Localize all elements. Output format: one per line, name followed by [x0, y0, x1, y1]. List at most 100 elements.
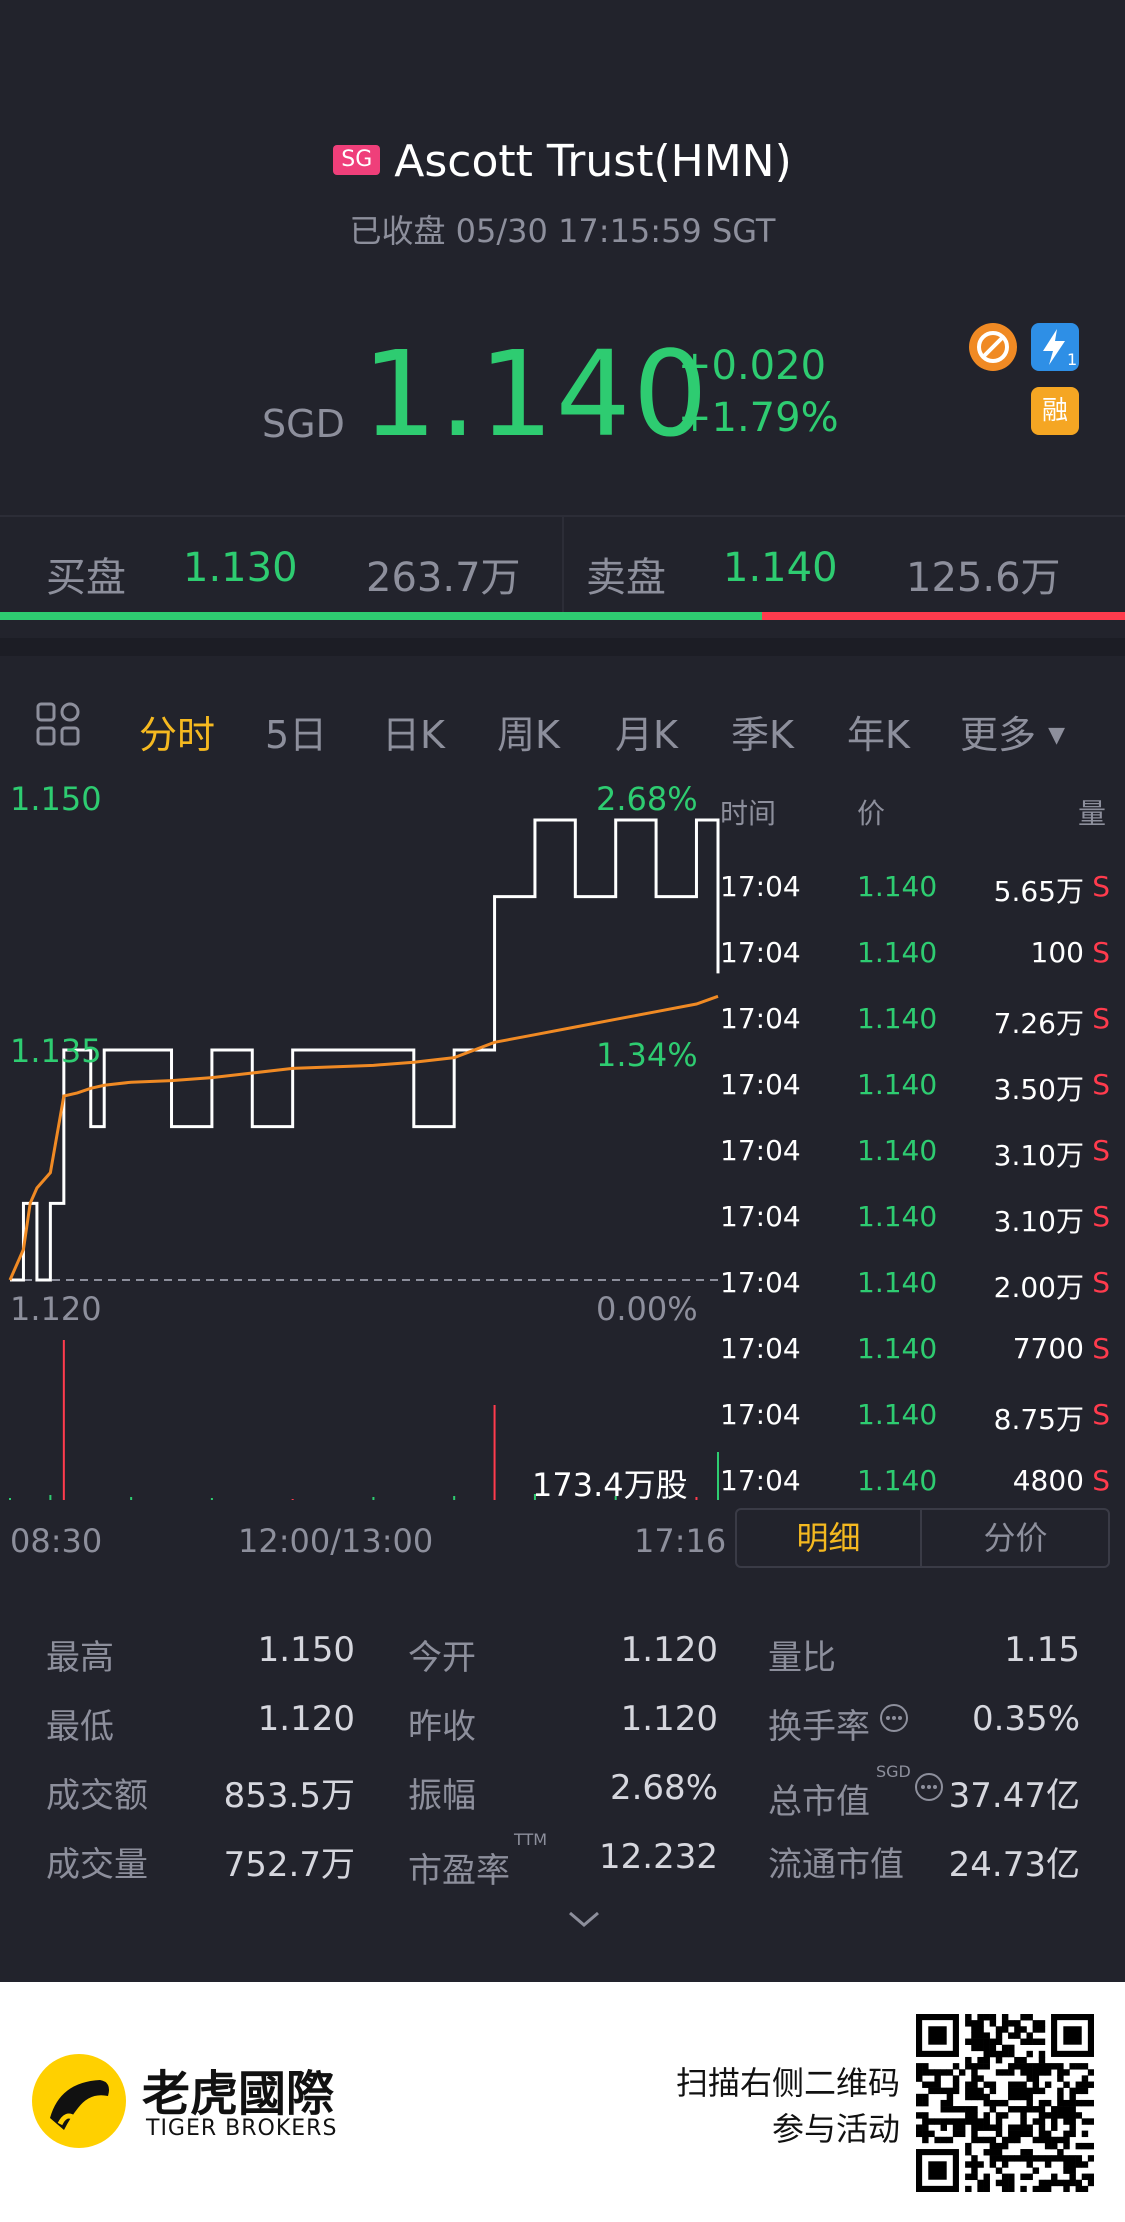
svg-text:1: 1	[1067, 350, 1077, 369]
tab-more[interactable]: 更多 ▼	[960, 704, 1065, 759]
y-low-label: 1.120	[10, 1290, 102, 1328]
y-high-label: 1.150	[10, 780, 102, 818]
margin-icon[interactable]: 融	[1031, 387, 1079, 435]
brand-cn: 老虎國際	[142, 2066, 335, 2122]
tab-intraday[interactable]: 分时	[139, 704, 215, 759]
trade-side-marker: S	[1092, 1002, 1110, 1035]
stat-prev-close-label: 昨收	[408, 1707, 476, 1747]
trade-row: 17:04 1.140 7.26万 S	[720, 1002, 1110, 1068]
trade-row: 17:04 1.140 3.10万 S	[720, 1134, 1110, 1200]
trade-side-marker: S	[1092, 1398, 1110, 1431]
time-end-label: 17:16	[634, 1522, 727, 1560]
trade-side-marker: S	[1092, 936, 1110, 969]
trade-row: 17:04 1.140 100 S	[720, 936, 1110, 1002]
trade-side-marker: S	[1092, 1200, 1110, 1233]
detail-tab[interactable]: 明细	[737, 1510, 922, 1566]
bid-volume: 263.7万	[366, 555, 521, 601]
promo-footer: 老虎國際 TIGER BROKERS 扫描右侧二维码 参与活动	[0, 1982, 1125, 2222]
bid-price: 1.130	[183, 545, 298, 591]
stat-float-cap: 24.73亿	[948, 1845, 1080, 1885]
tab-monthly-k[interactable]: 月K	[615, 704, 678, 759]
tab-weekly-k[interactable]: 周K	[497, 704, 560, 759]
tab-5day[interactable]: 5日	[265, 704, 327, 759]
trade-time: 17:04	[720, 1200, 801, 1233]
tiger-logo-icon	[30, 2052, 128, 2154]
tab-quarterly-k[interactable]: 季K	[731, 704, 794, 759]
stat-low-label: 最低	[46, 1707, 114, 1747]
trade-price-header: 价	[857, 797, 886, 830]
stat-amount-label: 成交额	[46, 1776, 148, 1816]
qr-code-icon[interactable]	[916, 2014, 1094, 2192]
volume-bar	[291, 1499, 294, 1500]
trade-volume-header: 量	[1078, 797, 1107, 830]
volume-label: 173.4万股	[532, 1466, 688, 1504]
trade-row: 17:04 1.140 8.75万 S	[720, 1398, 1110, 1464]
trade-price: 1.140	[857, 1002, 938, 1035]
trade-row: 17:04 1.140 3.10万 S	[720, 1200, 1110, 1266]
trade-volume: 5.65万	[993, 875, 1084, 908]
promo-text: 扫描右侧二维码 参与活动	[640, 2060, 900, 2152]
expand-chevron-icon[interactable]	[566, 1900, 602, 1940]
stat-vol-ratio: 1.15	[1004, 1630, 1080, 1670]
stock-title: SG Ascott Trust(HMN)	[0, 136, 1125, 187]
no-shorting-icon[interactable]	[969, 323, 1017, 371]
promo-line1: 扫描右侧二维码	[675, 2064, 900, 2102]
volume-bar	[717, 1452, 719, 1500]
stock-name: Ascott Trust(HMN)	[394, 136, 792, 187]
last-price: 1.140	[362, 325, 710, 463]
trade-volume: 8.75万	[993, 1403, 1084, 1436]
volume-bar	[62, 1340, 65, 1500]
tab-daily-k[interactable]: 日K	[382, 704, 445, 759]
volume-bar	[9, 1498, 11, 1500]
pct-mid-label: 1.34%	[596, 1036, 698, 1074]
level1-lightning-icon[interactable]: 1	[1031, 323, 1079, 371]
volume-bar	[372, 1497, 375, 1500]
trade-volume: 3.10万	[993, 1205, 1084, 1238]
pe-ttm-sup: TTM	[514, 1830, 548, 1849]
price-distribution-tab[interactable]: 分价	[923, 1510, 1108, 1566]
trade-price: 1.140	[857, 1200, 938, 1233]
quote-header: SG Ascott Trust(HMN) 已收盘 05/30 17:15:59 S…	[0, 0, 1125, 515]
bid-ask-bar: 买盘 1.130 263.7万 卖盘 1.140 125.6万	[0, 515, 1125, 617]
stat-high-label: 最高	[46, 1638, 114, 1678]
volume-bar	[695, 1497, 698, 1500]
trade-time: 17:04	[720, 1068, 801, 1101]
trade-time: 17:04	[720, 1398, 801, 1431]
trade-price: 1.140	[857, 1134, 938, 1167]
chart-period-tabs: 分时 5日 日K 周K 月K 季K 年K 更多 ▼	[0, 638, 1125, 778]
trade-volume: 4800	[1012, 1464, 1084, 1497]
bid-label: 买盘	[46, 555, 126, 601]
stat-vol-ratio-label: 量比	[768, 1638, 836, 1678]
trade-time: 17:04	[720, 870, 801, 903]
stat-float-cap-label: 流通市值	[768, 1845, 904, 1885]
trade-time: 17:04	[720, 1134, 801, 1167]
tab-yearly-k[interactable]: 年K	[847, 704, 910, 759]
price-change: +0.020 +1.79%	[678, 340, 839, 444]
trade-side-marker: S	[1092, 1464, 1110, 1497]
layout-grid-icon[interactable]	[34, 700, 82, 757]
trade-volume: 100	[1030, 936, 1084, 969]
ask-price: 1.140	[723, 545, 838, 591]
stat-mkt-cap: 37.47亿	[948, 1776, 1080, 1816]
stat-amount: 853.5万	[223, 1776, 355, 1816]
brand-en: TIGER BROKERS	[146, 2116, 338, 2141]
volume-bar	[130, 1497, 133, 1500]
trade-price: 1.140	[857, 1068, 938, 1101]
trade-row: 17:04 1.140 2.00万 S	[720, 1266, 1110, 1332]
trade-side-marker: S	[1092, 1266, 1110, 1299]
stat-volume: 752.7万	[223, 1845, 355, 1885]
trade-side-marker: S	[1092, 1068, 1110, 1101]
intraday-chart[interactable]	[0, 760, 720, 1520]
stat-pe: 12.232	[599, 1837, 718, 1877]
ask-volume: 125.6万	[906, 555, 1061, 601]
trade-price: 1.140	[857, 936, 938, 969]
change-value: +0.020	[678, 343, 827, 389]
stat-volume-label: 成交量	[46, 1845, 148, 1885]
currency-label: SGD	[262, 402, 345, 446]
bid-ask-divider	[562, 517, 564, 617]
trade-side-marker: S	[1092, 870, 1110, 903]
promo-line2: 参与活动	[771, 2110, 900, 2148]
trade-volume: 7.26万	[993, 1007, 1084, 1040]
volume-bar	[453, 1496, 456, 1500]
stat-amplitude-label: 振幅	[408, 1776, 476, 1816]
